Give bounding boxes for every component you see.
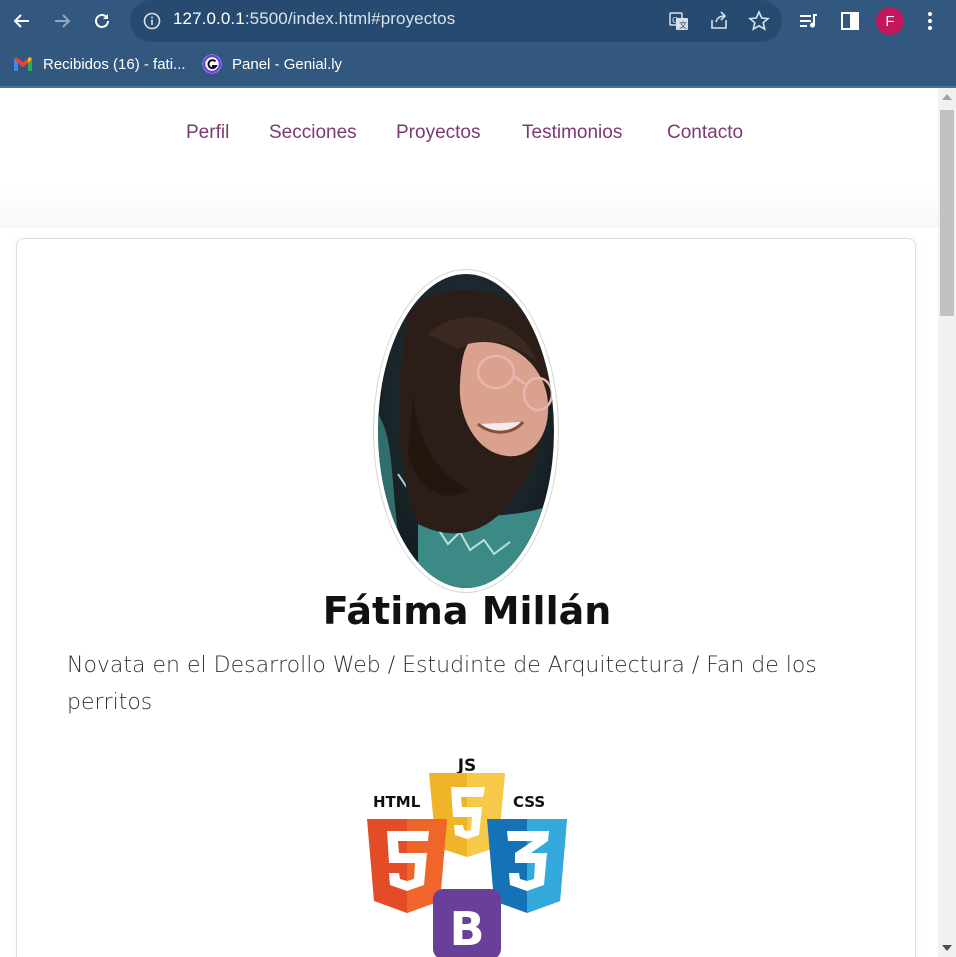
reload-button[interactable]	[87, 6, 117, 36]
arrow-right-icon	[55, 14, 71, 28]
bookmark-gmail[interactable]: Recibidos (16) - fati...	[13, 44, 186, 84]
site-navbar: Perfil Secciones Proyectos Testimonios C…	[0, 88, 938, 228]
forward-button[interactable]	[47, 6, 77, 36]
profile-avatar[interactable]: F	[876, 7, 904, 35]
nav-link-contacto[interactable]: Contacto	[667, 122, 743, 144]
browser-toolbar: 127.0.0.1:5500/index.html#proyectos G文 F	[0, 0, 956, 42]
bookmark-label: Panel - Genial.ly	[232, 55, 343, 73]
reload-icon	[95, 13, 109, 28]
profile-card: Fátima Millán Novata en el Desarrollo We…	[16, 238, 916, 957]
scroll-thumb[interactable]	[940, 110, 954, 316]
profile-name: Fátima Millán	[322, 589, 612, 633]
url-text[interactable]: 127.0.0.1:5500/index.html#proyectos	[173, 9, 455, 29]
side-panel-icon[interactable]	[839, 10, 861, 32]
svg-text:文: 文	[679, 20, 687, 30]
nav-link-testimonios[interactable]: Testimonios	[522, 122, 622, 144]
media-control-icon[interactable]	[798, 10, 820, 32]
svg-text:G: G	[672, 16, 678, 25]
nav-link-secciones[interactable]: Secciones	[269, 122, 357, 144]
star-icon[interactable]	[748, 10, 770, 32]
tech-logos: JS HTML CSS B	[367, 749, 567, 957]
browser-chrome: 127.0.0.1:5500/index.html#proyectos G文 F…	[0, 0, 956, 88]
profile-photo	[378, 274, 554, 588]
profile-photo-frame	[373, 269, 559, 593]
back-button[interactable]	[7, 6, 37, 36]
scroll-up-arrow-icon[interactable]	[942, 94, 952, 100]
more-menu-icon[interactable]	[919, 10, 941, 32]
info-icon[interactable]	[142, 11, 162, 31]
bookmark-genially[interactable]: Panel - Genial.ly	[202, 44, 342, 84]
page-viewport: Perfil Secciones Proyectos Testimonios C…	[0, 88, 938, 957]
genially-icon	[202, 54, 222, 74]
share-icon[interactable]	[708, 10, 730, 32]
bookmark-label: Recibidos (16) - fati...	[43, 55, 186, 73]
nav-link-proyectos[interactable]: Proyectos	[396, 122, 480, 144]
arrow-left-icon	[13, 14, 29, 28]
translate-icon[interactable]: G文	[668, 10, 690, 32]
scroll-down-arrow-icon[interactable]	[942, 945, 952, 951]
page-scrollbar[interactable]	[938, 88, 956, 957]
html-label: HTML	[373, 793, 421, 811]
profile-bio: Novata en el Desarrollo Web / Estudinte …	[67, 653, 817, 715]
gmail-icon	[13, 54, 33, 74]
css-label: CSS	[513, 793, 545, 811]
address-bar[interactable]: 127.0.0.1:5500/index.html#proyectos G文	[130, 0, 782, 42]
nav-link-perfil[interactable]: Perfil	[186, 122, 229, 144]
bookmarks-bar: Recibidos (16) - fati... Panel - Genial.…	[0, 44, 956, 84]
bootstrap-label: B	[449, 902, 484, 956]
